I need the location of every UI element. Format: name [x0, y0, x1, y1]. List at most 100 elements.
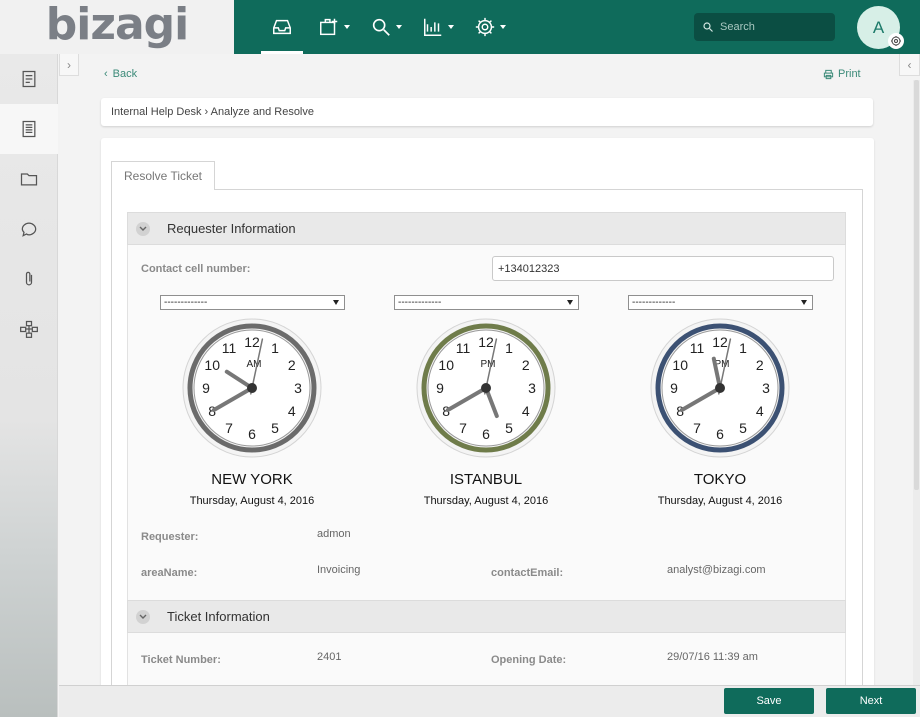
chevron-left-icon: ‹	[907, 57, 912, 72]
nav-new-case[interactable]	[308, 0, 360, 54]
clock-istanbul: 123456789101112PM	[416, 318, 556, 458]
chevron-right-icon: ›	[67, 57, 71, 72]
clock-center	[481, 383, 491, 393]
gear-icon	[891, 36, 901, 46]
clock-numeral: 10	[438, 357, 454, 373]
chevron-down-icon	[136, 221, 150, 236]
timezone-select-2[interactable]: -------------	[394, 295, 579, 310]
clock-numeral: 1	[505, 340, 513, 356]
scrollbar-thumb[interactable]	[914, 80, 919, 490]
timezone-select-1[interactable]: -------------	[160, 295, 345, 310]
clock-numeral: 9	[436, 380, 444, 396]
logo-text: bizagi	[45, 0, 189, 50]
requester-section-header[interactable]: Requester Information	[127, 212, 846, 245]
contact-cell-input[interactable]	[492, 256, 834, 281]
sidebar-item-attachments[interactable]	[0, 254, 58, 304]
contact-cell-label: Contact cell number:	[141, 263, 251, 275]
clock-numeral: 3	[294, 380, 302, 396]
clock-date: Thursday, August 4, 2016	[189, 495, 315, 507]
clock-numeral: 2	[288, 357, 296, 373]
contact-email-value: analyst@bizagi.com	[667, 564, 766, 576]
tab-resolve-ticket[interactable]: Resolve Ticket	[111, 161, 215, 190]
clock-numeral: 6	[248, 426, 256, 442]
timezone-select-3[interactable]: -------------	[628, 295, 813, 310]
select-value: -------------	[632, 297, 676, 308]
user-settings-button[interactable]	[888, 33, 904, 49]
search-icon	[372, 18, 390, 36]
nav-settings[interactable]	[464, 0, 516, 54]
printer-icon	[823, 69, 834, 79]
clock-numeral: 5	[739, 420, 747, 436]
clock-date: Thursday, August 4, 2016	[657, 495, 783, 507]
nav-inbox[interactable]	[256, 0, 308, 54]
clock-new-york: 123456789101112AM	[182, 318, 322, 458]
logo[interactable]: bizagi	[0, 0, 234, 54]
chevron-down-icon	[567, 300, 573, 305]
city-name: ISTANBUL	[449, 471, 523, 488]
next-button[interactable]: Next	[826, 688, 916, 714]
collapse-right-panel-button[interactable]: ‹	[899, 54, 920, 76]
chevron-down-icon	[500, 25, 506, 29]
chevron-down-icon	[344, 25, 350, 29]
collapse-left-panel-button[interactable]: ›	[59, 54, 79, 76]
clock-numeral: 6	[482, 426, 490, 442]
select-value: -------------	[398, 297, 442, 308]
search-icon	[703, 22, 713, 32]
clock-numeral: 9	[670, 380, 678, 396]
process-map-icon	[20, 320, 38, 338]
clock-numeral: 4	[522, 403, 530, 419]
ticket-section-header[interactable]: Ticket Information	[127, 600, 846, 633]
chevron-down-icon	[396, 25, 402, 29]
back-link[interactable]: ‹ Back	[104, 68, 137, 80]
nav-analytics[interactable]	[412, 0, 464, 54]
clock-numeral: 7	[459, 420, 467, 436]
ticket-number-value: 2401	[317, 651, 342, 663]
new-case-icon	[320, 18, 338, 36]
clock-numeral: 1	[271, 340, 279, 356]
sidebar-item-process-map[interactable]	[0, 304, 58, 354]
clock-numeral: 2	[522, 357, 530, 373]
nav-search[interactable]	[360, 0, 412, 54]
sidebar-item-comments[interactable]	[0, 204, 58, 254]
comment-icon	[21, 222, 37, 237]
document-icon	[22, 120, 36, 138]
print-link[interactable]: Print	[823, 68, 861, 80]
clock-numeral: 12	[478, 334, 494, 350]
select-value: -------------	[164, 297, 208, 308]
clock-numeral: 5	[505, 420, 513, 436]
print-label: Print	[838, 68, 861, 80]
avatar-initial: A	[872, 17, 885, 37]
clock-numeral: 5	[271, 420, 279, 436]
chevron-left-icon: ‹	[104, 68, 108, 80]
scrollbar[interactable]	[913, 80, 920, 685]
requester-value: admon	[317, 528, 351, 540]
clock-numeral: 7	[693, 420, 701, 436]
clock-numeral: 9	[202, 380, 210, 396]
clock-numeral: 11	[690, 340, 705, 356]
top-bar: bizagi A	[0, 0, 920, 54]
attachment-icon	[25, 271, 33, 286]
tab-label: Resolve Ticket	[123, 169, 203, 183]
clock-numeral: 4	[288, 403, 296, 419]
clock-date: Thursday, August 4, 2016	[423, 495, 549, 507]
save-button[interactable]: Save	[724, 688, 814, 714]
clock-numeral: 12	[244, 334, 260, 350]
sidebar-item-form[interactable]	[0, 54, 58, 104]
contact-email-label: contactEmail:	[491, 567, 564, 579]
sidebar-item-folder[interactable]	[0, 154, 58, 204]
breadcrumb: Internal Help Desk › Analyze and Resolve	[101, 98, 873, 126]
global-search[interactable]	[694, 13, 835, 41]
clock-numeral: 2	[756, 357, 764, 373]
form-icon	[22, 70, 36, 88]
clock-numeral: 11	[456, 340, 471, 356]
area-name-label: areaName:	[141, 567, 198, 579]
sidebar-item-document[interactable]	[0, 104, 58, 154]
clock-center	[247, 383, 257, 393]
search-input[interactable]	[720, 21, 820, 33]
requester-label: Requester:	[141, 531, 199, 543]
ticket-number-label: Ticket Number:	[141, 654, 221, 666]
section-title: Ticket Information	[167, 609, 270, 624]
clock-period: PM	[481, 359, 496, 370]
clock-tokyo: 123456789101112PM	[650, 318, 790, 458]
city-name: NEW YORK	[211, 471, 293, 488]
